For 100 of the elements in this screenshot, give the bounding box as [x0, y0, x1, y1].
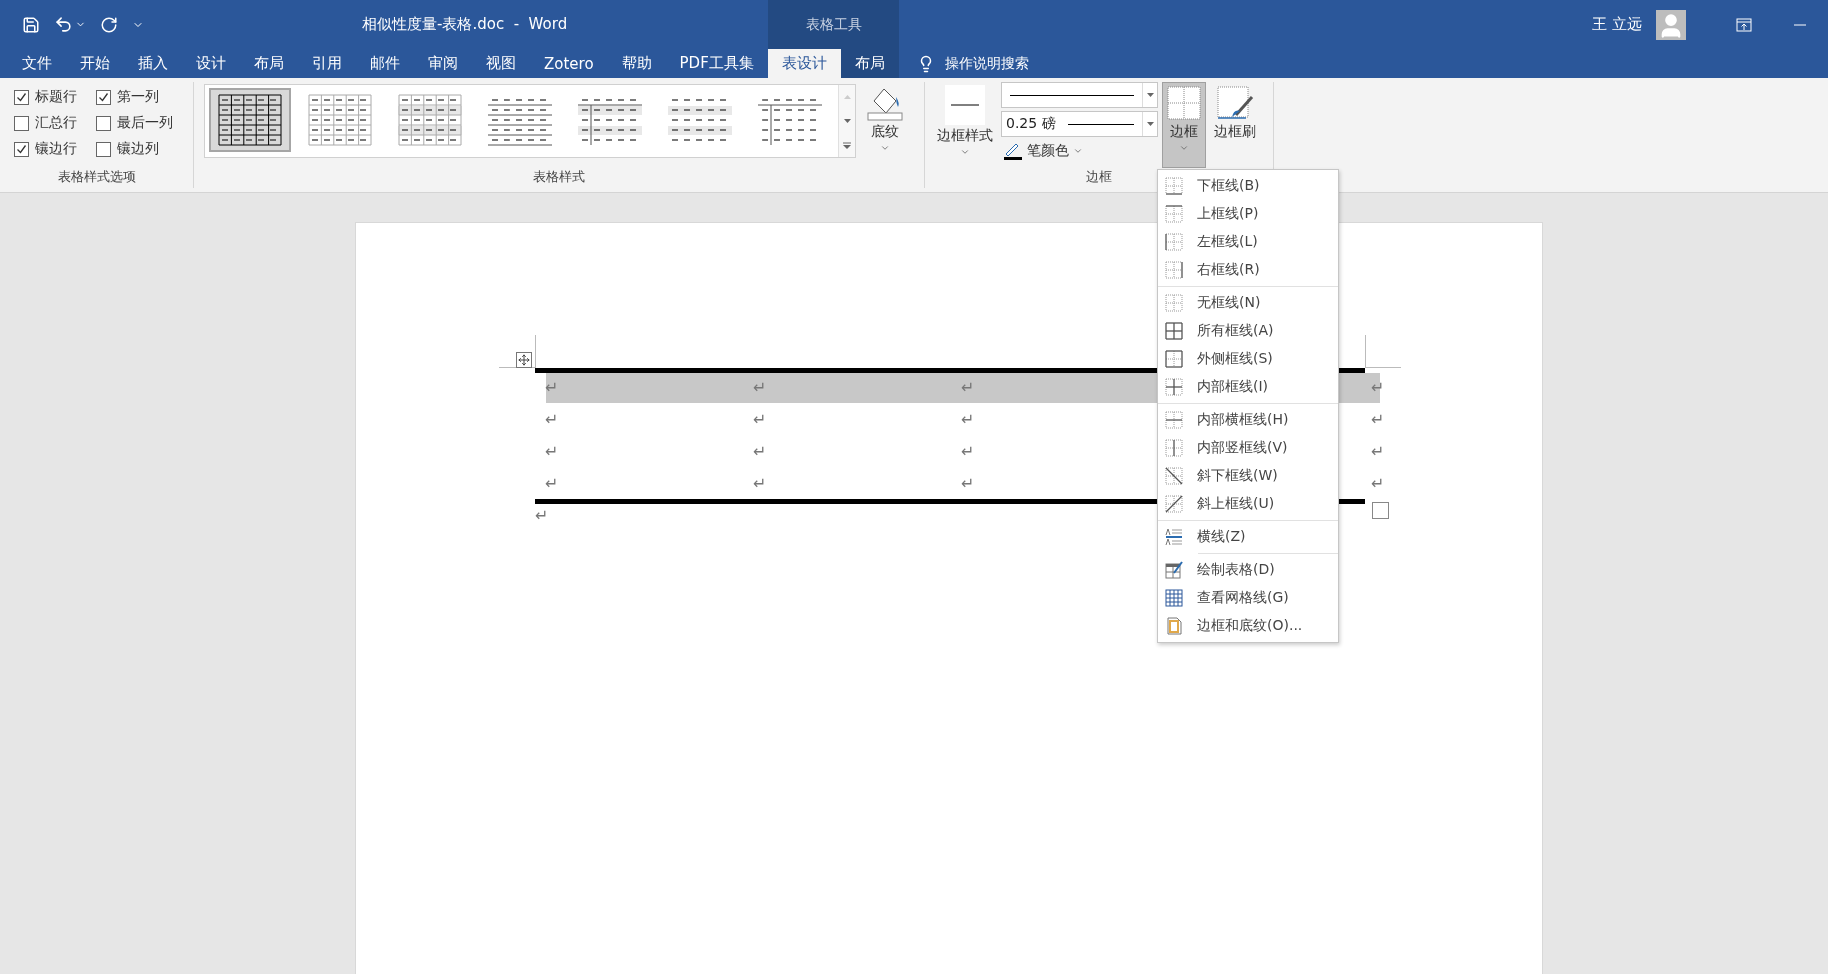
top-border-icon [1165, 205, 1183, 223]
minimize-icon[interactable] [1794, 23, 1806, 26]
menu-item[interactable]: 横线(Z) [1158, 523, 1338, 551]
gridlines-icon [1165, 589, 1183, 607]
ribbon-tab[interactable]: 审阅 [414, 49, 472, 78]
table-move-handle[interactable] [516, 352, 532, 368]
horizontal-line-icon [1165, 528, 1183, 546]
table-style-thumbnail[interactable] [209, 88, 291, 152]
left-border-icon [1165, 233, 1183, 251]
ribbon-tab[interactable]: 设计 [182, 49, 240, 78]
ribbon-tab[interactable]: 帮助 [607, 49, 666, 78]
window-title: 相似性度量-表格.doc - Word [362, 14, 569, 35]
cell-end-mark: ↵ [544, 409, 560, 431]
table-style-preview-icon [396, 94, 464, 146]
caret-icon [1179, 143, 1189, 153]
ribbon-tab[interactable]: 邮件 [356, 49, 414, 78]
menu-item[interactable]: 无框线(N) [1158, 289, 1338, 317]
ribbon-tab[interactable]: 布局 [240, 49, 298, 78]
redo-icon[interactable] [100, 15, 118, 34]
line-weight-dropdown[interactable]: 0.25 磅 [1001, 111, 1158, 137]
ribbon-tab[interactable]: 文件 [8, 49, 66, 78]
cell-end-mark: ↵ [960, 441, 976, 463]
ribbon-tab[interactable]: PDF工具集 [665, 49, 768, 78]
tell-me-search[interactable]: 操作说明搜索 [944, 54, 1029, 73]
caret-icon [1146, 93, 1154, 97]
bottom-border-icon [1165, 177, 1183, 195]
menu-item[interactable]: 斜下框线(W) [1158, 462, 1338, 490]
pen-color-button[interactable]: 笔颜色 [1001, 140, 1158, 162]
caret-icon [1073, 146, 1083, 156]
right-border-icon [1165, 261, 1183, 279]
avatar-icon[interactable] [1656, 9, 1686, 40]
menu-item[interactable]: 内部横框线(H) [1158, 406, 1338, 434]
outside-borders-icon [1165, 350, 1183, 368]
style-option-checkbox[interactable]: 第一列 [96, 88, 192, 106]
border-styles-button[interactable]: 边框样式 [933, 82, 997, 168]
cell-end-mark: ↵ [960, 409, 976, 431]
menu-item[interactable]: 左框线(L) [1158, 228, 1338, 256]
cell-end-mark: ↵ [960, 377, 976, 399]
menu-item[interactable]: 绘制表格(D) [1158, 556, 1338, 584]
cell-end-mark: ↵ [752, 473, 768, 495]
draw-table-icon [1165, 561, 1183, 579]
table-style-preview-icon [216, 94, 284, 146]
menu-item[interactable]: 上框线(P) [1158, 200, 1338, 228]
down-arrow-icon [843, 119, 851, 123]
ribbon-tab[interactable]: 引用 [298, 49, 356, 78]
save-icon[interactable] [22, 15, 40, 34]
style-option-checkbox[interactable]: 标题行 [14, 88, 96, 106]
paragraph-mark: ↵ [535, 505, 549, 525]
pencil-icon [1003, 142, 1023, 160]
style-option-checkbox[interactable]: 最后一列 [96, 114, 192, 132]
menu-item[interactable]: 斜上框线(U) [1158, 490, 1338, 518]
row-end-mark: ↵ [1370, 377, 1385, 399]
ribbon-tab[interactable]: Zotero [530, 49, 608, 78]
style-option-checkbox[interactable]: 镶边行 [14, 140, 96, 158]
context-tab-header: 表格工具 [768, 0, 899, 49]
menu-item[interactable]: 外侧框线(S) [1158, 345, 1338, 373]
inside-borders-icon [1165, 378, 1183, 396]
inside-vertical-border-icon [1165, 439, 1183, 457]
caret-icon [880, 143, 890, 153]
up-arrow-icon [843, 95, 851, 99]
shading-button[interactable]: 底纹 [862, 82, 908, 168]
ribbon-tab[interactable]: 插入 [124, 49, 182, 78]
gallery-more-button[interactable] [839, 133, 855, 157]
group-label: 边框 [1086, 169, 1112, 184]
undo-icon[interactable] [54, 15, 73, 34]
cell-end-mark: ↵ [544, 377, 560, 399]
ribbon-tab[interactable]: 表设计 [767, 49, 841, 78]
inside-horizontal-border-icon [1165, 411, 1183, 429]
group-label: 表格样式 [533, 169, 585, 184]
table-resize-handle[interactable] [1372, 502, 1389, 519]
caret-icon [960, 147, 970, 157]
menu-item[interactable]: 右框线(R) [1158, 256, 1338, 284]
cell-end-mark: ↵ [544, 441, 560, 463]
table-style-preview-icon [306, 94, 374, 146]
menu-item[interactable]: 所有框线(A) [1158, 317, 1338, 345]
cell-end-mark: ↵ [752, 377, 768, 399]
menu-item[interactable]: 查看网格线(G) [1158, 584, 1338, 612]
menu-item[interactable]: 内部竖框线(V) [1158, 434, 1338, 462]
row-end-mark: ↵ [1370, 441, 1385, 463]
style-option-checkbox[interactable]: 汇总行 [14, 114, 96, 132]
line-style-dropdown[interactable] [1001, 82, 1158, 108]
row-end-mark: ↵ [1370, 409, 1385, 431]
user-name[interactable]: 王 立远 [1592, 0, 1642, 49]
ribbon-tab[interactable]: 视图 [472, 49, 530, 78]
border-painter-button[interactable]: 边框刷 [1210, 82, 1260, 168]
ribbon-tab[interactable]: 布局 [840, 49, 899, 78]
all-borders-icon [1165, 322, 1183, 340]
ribbon-tab[interactable]: 开始 [66, 49, 124, 78]
page-border-icon [1165, 617, 1183, 635]
cell-end-mark: ↵ [752, 441, 768, 463]
ribbon-display-options-icon[interactable] [1736, 17, 1752, 32]
diagonal-up-border-icon [1165, 495, 1183, 513]
style-option-checkbox[interactable]: 镶边列 [96, 140, 192, 158]
caret-icon [1146, 122, 1154, 126]
line-style-icon [945, 85, 985, 125]
borders-button[interactable]: 边框 [1162, 82, 1206, 168]
menu-item[interactable]: 下框线(B) [1158, 172, 1338, 200]
brush-icon [1216, 85, 1254, 121]
menu-item[interactable]: 边框和底纹(O)... [1158, 612, 1338, 640]
menu-item[interactable]: 内部框线(I) [1158, 373, 1338, 401]
